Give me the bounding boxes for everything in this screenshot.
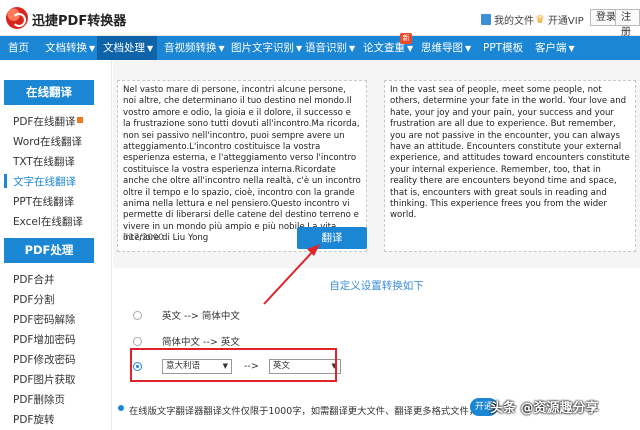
caret-down-icon: ▼ bbox=[89, 44, 96, 53]
nav-client[interactable]: 客户端 ▼ bbox=[530, 36, 585, 60]
sidebar-item-pdf-change-password[interactable]: PDF修改密码 bbox=[13, 352, 75, 367]
option-en-to-zh[interactable]: 英文 --> 简体中文 bbox=[133, 308, 240, 322]
option-zh-to-en-label: 简体中文 --> 英文 bbox=[162, 337, 240, 348]
sidebar-item-pdf-add-password[interactable]: PDF增加密码 bbox=[13, 332, 75, 347]
sidebar-item-pdf-rotate[interactable]: PDF旋转 bbox=[13, 412, 54, 427]
hot-badge-icon bbox=[77, 117, 84, 123]
sidebar-item-pdf-merge[interactable]: PDF合并 bbox=[13, 272, 54, 287]
sidebar-section-translate: 在线翻译 bbox=[4, 80, 94, 105]
caret-down-icon: ▼ bbox=[147, 44, 154, 53]
sidebar-item-text-translate[interactable]: 文字在线翻译 bbox=[13, 174, 76, 189]
settings-title: 自定义设置转换如下 bbox=[329, 280, 424, 292]
caret-down-icon: ▼ bbox=[407, 44, 414, 53]
info-icon bbox=[118, 405, 124, 411]
sidebar-item-pdf-translate[interactable]: PDF在线翻译 bbox=[13, 114, 84, 129]
nav-home[interactable]: 首页 bbox=[0, 36, 38, 60]
sidebar-item-pdf-split[interactable]: PDF分割 bbox=[13, 292, 54, 307]
sidebar-item-excel-translate[interactable]: Excel在线翻译 bbox=[13, 214, 83, 229]
nav-mindmap[interactable]: 思维导图 ▼ bbox=[416, 36, 472, 60]
option-zh-to-en[interactable]: 简体中文 --> 英文 bbox=[133, 334, 240, 348]
target-text-output[interactable]: In the vast sea of people, meet some peo… bbox=[384, 80, 636, 252]
nav-doc-process[interactable]: 文档处理 ▼ bbox=[97, 36, 157, 60]
highlight-box bbox=[130, 348, 337, 382]
sidebar-item-txt-translate[interactable]: TXT在线翻译 bbox=[13, 154, 75, 169]
nav-image-ocr[interactable]: 图片文字识别 ▼ bbox=[226, 36, 302, 60]
target-text: In the vast sea of people, meet some peo… bbox=[390, 85, 630, 221]
watermark: 头条 @资源趣分享 bbox=[490, 401, 599, 416]
register-button[interactable]: 注册 bbox=[615, 9, 640, 38]
caret-down-icon: ▼ bbox=[349, 44, 356, 53]
radio-zh-to-en[interactable] bbox=[133, 336, 142, 346]
sidebar: 在线翻译 PDF在线翻译 Word在线翻译 TXT在线翻译 文字在线翻译 PPT… bbox=[0, 60, 112, 430]
new-badge: 新 bbox=[400, 33, 412, 44]
source-text: Nel vasto mare di persone, incontri alcu… bbox=[123, 85, 361, 244]
nav-doc-convert[interactable]: 文档转换 ▼ bbox=[39, 36, 96, 60]
my-files-label: 我的文件 bbox=[494, 16, 534, 27]
sidebar-section-pdf: PDF处理 bbox=[4, 238, 94, 263]
sidebar-item-pdf-unlock[interactable]: PDF密码解除 bbox=[13, 312, 75, 327]
sidebar-item-pdf-delete-page[interactable]: PDF删除页 bbox=[13, 392, 65, 407]
notice-text: 在线版文字翻译器翻译文件仅限于1000字，如需翻译更大文件、翻译更多格式文件，请 bbox=[129, 406, 488, 417]
my-files-link[interactable]: 我的文件 bbox=[481, 12, 534, 27]
translate-button[interactable]: 翻译 bbox=[297, 227, 367, 249]
radio-en-to-zh[interactable] bbox=[133, 310, 142, 320]
nav-av-convert[interactable]: 音视频转换 ▼ bbox=[158, 36, 225, 60]
nav-speech[interactable]: 语音识别 ▼ bbox=[300, 36, 356, 60]
app-logo-icon bbox=[6, 7, 28, 29]
app-title: 迅捷PDF转换器 bbox=[32, 14, 127, 29]
nav-ppt-template[interactable]: PPT模板 bbox=[478, 36, 526, 60]
sidebar-item-pdf-extract-images[interactable]: PDF图片获取 bbox=[13, 372, 75, 387]
char-count: 617/2000 bbox=[123, 233, 164, 243]
sidebar-item-ppt-translate[interactable]: PPT在线翻译 bbox=[13, 194, 74, 209]
sidebar-item-word-translate[interactable]: Word在线翻译 bbox=[13, 134, 82, 149]
caret-down-icon: ▼ bbox=[568, 44, 575, 53]
active-marker bbox=[4, 174, 7, 188]
option-en-to-zh-label: 英文 --> 简体中文 bbox=[162, 311, 240, 322]
vip-label: 开通VIP bbox=[547, 16, 584, 27]
crown-icon: ♛ bbox=[535, 13, 545, 26]
main-nav: 首页 文档转换 ▼ 文档处理 ▼ 音视频转换 ▼ 图片文字识别 ▼ 语音识别 ▼ 论文查重… bbox=[0, 36, 640, 60]
document-icon bbox=[481, 14, 491, 25]
caret-down-icon: ▼ bbox=[218, 44, 225, 53]
caret-down-icon: ▼ bbox=[465, 44, 472, 53]
vip-link[interactable]: ♛ 开通VIP bbox=[535, 12, 584, 27]
top-bar: 迅捷PDF转换器 我的文件 ♛ 开通VIP 登录 注册 bbox=[0, 0, 640, 38]
